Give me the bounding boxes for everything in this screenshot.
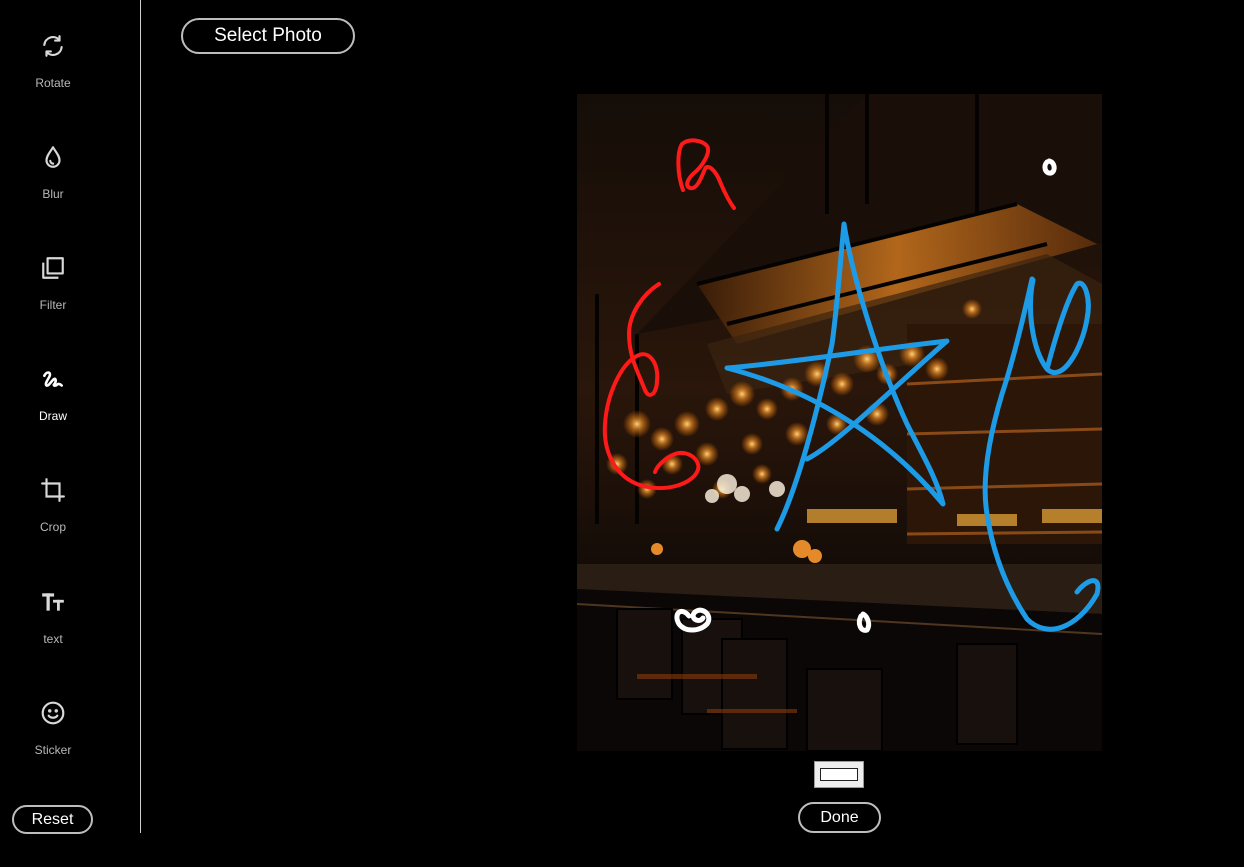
tool-draw[interactable]: Draw xyxy=(0,365,106,445)
rotate-icon xyxy=(39,32,67,60)
pen-color-swatch[interactable] xyxy=(814,761,864,788)
tool-rotate[interactable]: Rotate xyxy=(0,32,106,112)
select-photo-button[interactable]: Select Photo xyxy=(181,18,355,54)
tool-crop[interactable]: Crop xyxy=(0,476,106,556)
tool-label: Crop xyxy=(39,520,66,534)
tool-label: Filter xyxy=(39,298,67,312)
tool-sticker[interactable]: Sticker xyxy=(0,699,106,779)
text-icon xyxy=(39,588,67,616)
tool-filter[interactable]: Filter xyxy=(0,254,106,334)
drop-icon xyxy=(39,143,67,171)
tool-label: Rotate xyxy=(35,76,71,90)
done-button[interactable]: Done xyxy=(798,802,881,833)
tool-label: Sticker xyxy=(34,743,72,757)
drawing-canvas[interactable] xyxy=(577,94,1102,751)
tool-text[interactable]: text xyxy=(0,588,106,668)
tool-blur[interactable]: Blur xyxy=(0,143,106,223)
filter-icon xyxy=(39,254,67,282)
crop-icon xyxy=(39,476,67,504)
tool-label: Draw xyxy=(38,409,67,423)
tool-label: Blur xyxy=(42,187,64,201)
draw-icon xyxy=(39,365,67,393)
tool-label: text xyxy=(43,632,63,646)
photo-with-drawing xyxy=(577,94,1102,751)
reset-button[interactable]: Reset xyxy=(12,805,93,834)
smiley-icon xyxy=(39,699,67,727)
pen-color-preview xyxy=(820,768,858,781)
tool-sidebar: Rotate Blur Filter Draw Crop text Sticke… xyxy=(0,0,141,834)
